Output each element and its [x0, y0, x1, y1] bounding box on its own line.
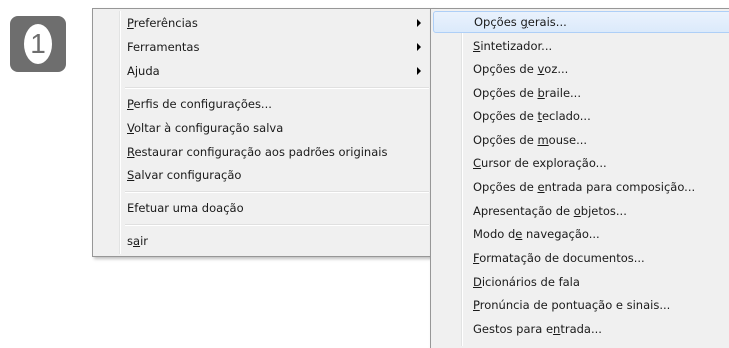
menu-item-voltar-configuracao[interactable]: Voltar à configuração salva — [95, 117, 431, 139]
menu-item-ajuda[interactable]: Ajuda — [95, 60, 431, 82]
menu-item-label: Modo de navegação... — [473, 227, 600, 241]
submenu-item-dicionarios-de-fala[interactable]: Dicionários de fala — [433, 271, 729, 293]
menu-item-label: Opções de entrada para composição... — [473, 180, 696, 194]
menu-item-label: Sintetizador... — [473, 39, 553, 53]
menu-item-efetuar-doacao[interactable]: Efetuar uma doação — [95, 197, 431, 219]
submenu-item-opcoes-de-teclado[interactable]: Opções de teclado... — [433, 105, 729, 127]
submenu-item-pronuncia-de-pontuacao[interactable]: Pronúncia de pontuação e sinais... — [433, 294, 729, 316]
menu-item-label: Voltar à configuração salva — [127, 121, 284, 135]
menu-item-ferramentas[interactable]: Ferramentas — [95, 36, 431, 58]
menu-item-label: Apresentação de objetos... — [473, 204, 627, 218]
menu-item-salvar-configuracao[interactable]: Salvar configuração — [95, 164, 431, 186]
submenu-item-formatacao-de-documentos[interactable]: Formatação de documentos... — [433, 247, 729, 269]
submenu-item-cursor-de-exploracao[interactable]: Cursor de exploração... — [433, 152, 729, 174]
menu-item-label: Efetuar uma doação — [127, 201, 244, 215]
menu-item-restaurar-configuracao[interactable]: Restaurar configuração aos padrões origi… — [95, 141, 431, 163]
submenu-item-opcoes-gerais[interactable]: Opções gerais... — [433, 11, 729, 33]
submenu-item-opcoes-de-braile[interactable]: Opções de braile... — [433, 82, 729, 104]
submenu-arrow-icon — [417, 19, 421, 27]
menu-item-label: Opções de mouse... — [473, 133, 588, 147]
menu-item-label: sair — [127, 234, 148, 248]
menu-item-preferencias[interactable]: Preferências — [95, 12, 431, 34]
menu-item-label: Dicionários de fala — [473, 275, 580, 289]
submenu-item-opcoes-de-entrada[interactable]: Opções de entrada para composição... — [433, 176, 729, 198]
submenu-item-opcoes-de-voz[interactable]: Opções de voz... — [433, 58, 729, 80]
submenu-item-gestos-para-entrada[interactable]: Gestos para entrada... — [433, 318, 729, 340]
nvda-main-menu: Preferências Ferramentas Ajuda Perfis de… — [92, 8, 434, 257]
menu-item-perfis-de-configuracoes[interactable]: Perfis de configurações... — [95, 93, 431, 115]
menu-separator — [125, 224, 429, 225]
submenu-item-apresentacao-de-objetos[interactable]: Apresentação de objetos... — [433, 200, 729, 222]
menu-item-label: Restaurar configuração aos padrões origi… — [127, 145, 388, 159]
menu-item-label: Cursor de exploração... — [473, 156, 607, 170]
menu-item-label: Pronúncia de pontuação e sinais... — [473, 298, 671, 312]
menu-item-label: Perfis de configurações... — [127, 97, 272, 111]
menu-item-sair[interactable]: sair — [95, 230, 431, 252]
menu-separator — [125, 87, 429, 88]
menu-item-label: Opções gerais... — [474, 15, 567, 29]
submenu-item-sintetizador[interactable]: Sintetizador... — [433, 35, 729, 57]
step-number: 1 — [24, 24, 52, 64]
menu-separator — [125, 191, 429, 192]
menu-item-label: Ferramentas — [127, 40, 200, 54]
menu-item-label: Opções de voz... — [473, 62, 569, 76]
submenu-arrow-icon — [417, 43, 421, 51]
preferencias-submenu: Opções gerais... Sintetizador... Opções … — [430, 8, 729, 348]
menu-item-label: Formatação de documentos... — [473, 251, 645, 265]
menu-item-label: Ajuda — [127, 64, 160, 78]
submenu-item-modo-de-navegacao[interactable]: Modo de navegação... — [433, 223, 729, 245]
menu-item-label: Opções de teclado... — [473, 109, 591, 123]
menu-item-label: Salvar configuração — [127, 168, 242, 182]
step-badge: 1 — [10, 16, 66, 72]
menu-item-label: Gestos para entrada... — [473, 322, 602, 336]
submenu-arrow-icon — [417, 67, 421, 75]
menu-item-label: Preferências — [127, 16, 198, 30]
submenu-item-opcoes-de-mouse[interactable]: Opções de mouse... — [433, 129, 729, 151]
menu-item-label: Opções de braile... — [473, 86, 581, 100]
